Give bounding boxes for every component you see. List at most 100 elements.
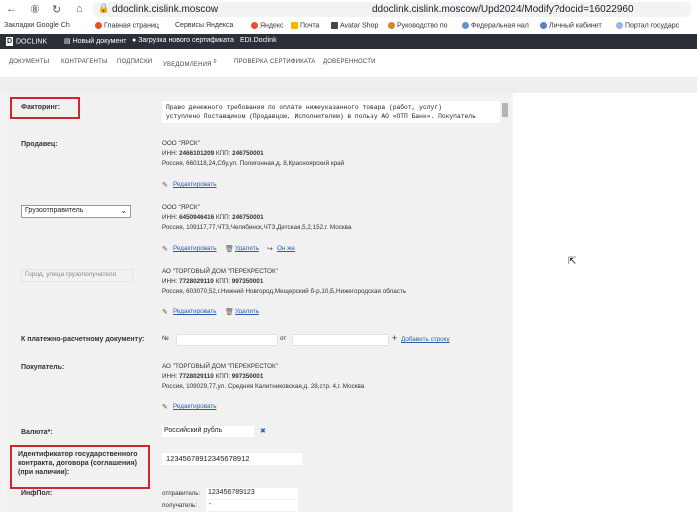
url-full-text: ddoclink.cislink.moscow/Upd2024/Modify?d…: [372, 4, 634, 15]
gov-contract-input[interactable]: 12345678912345678912: [162, 453, 302, 465]
globe-icon: [462, 22, 469, 29]
bookmark-item[interactable]: Руководство по: [388, 22, 448, 29]
payment-doc-number-input[interactable]: [176, 334, 278, 346]
payment-doc-label: К платежно-расчетному документу:: [21, 336, 145, 343]
infopol-receiver-label: получатель:: [162, 502, 198, 509]
document-icon: ▤: [64, 38, 73, 45]
bookmark-item[interactable]: Сервисы Яндекса: [175, 22, 233, 29]
payment-doc-date-label: от: [280, 335, 287, 342]
lock-icon[interactable]: 🔒: [98, 3, 109, 14]
consignee-name: АО "ТОРГОВЫЙ ДОМ "ПЕРЕКРЕСТОК": [162, 268, 278, 275]
infopol-label: ИнфПол:: [21, 490, 53, 497]
infopol-receiver-value: -: [209, 501, 212, 508]
share-icon: ↪: [267, 246, 273, 253]
pencil-icon: ✎: [162, 246, 168, 253]
infopol-sender-input[interactable]: 123456789123: [206, 488, 298, 499]
menu-documents[interactable]: ДОКУМЕНТЫ: [9, 59, 49, 65]
infopol-receiver-input[interactable]: -: [206, 500, 298, 511]
globe-icon: [616, 22, 623, 29]
factoring-scrollbar[interactable]: [502, 103, 508, 117]
clear-currency-icon[interactable]: ✖: [260, 427, 266, 435]
shipper-same-link[interactable]: Он же: [277, 245, 295, 252]
consignee-edit-link[interactable]: Редактировать: [173, 308, 217, 315]
bookmark-item[interactable]: Закладки Google Ch: [4, 22, 70, 29]
infopol-sender-value: 123456789123: [208, 489, 255, 496]
gov-contract-value: 12345678912345678912: [166, 454, 250, 463]
bookmark-item[interactable]: Яндекс: [251, 22, 284, 29]
shipper-select[interactable]: Грузоотправитель ⌄: [21, 205, 131, 218]
consignee-inn-kpp: ИНН: 7728029110 КПП: 997350001: [162, 278, 264, 285]
menu-subscriptions[interactable]: ПОДПИСКИ: [117, 59, 152, 65]
trash-icon: 🗑: [225, 246, 234, 253]
seller-edit-link[interactable]: Редактировать: [173, 181, 217, 188]
mouse-cursor-icon: ⇱: [568, 256, 577, 267]
bookmarks-bar: Закладки Google Ch Главная страниц Серви…: [0, 20, 697, 35]
profile-icon[interactable]: ⑧: [30, 3, 40, 16]
gear-icon: [388, 22, 395, 29]
menu-certificate-check[interactable]: ПРОВЕРКА СЕРТИФИКАТА: [234, 59, 315, 65]
shipper-edit-link[interactable]: Редактировать: [173, 245, 217, 252]
shipper-delete-link[interactable]: Удалить: [235, 245, 259, 252]
factoring-text-line1: Право денежного требования по оплате ниж…: [166, 104, 442, 111]
bookmark-item[interactable]: Федеральная нал: [462, 22, 529, 29]
globe-icon: [540, 22, 547, 29]
trash-icon: 🗑: [225, 309, 234, 316]
form-card: Факторинг: Право денежного требования по…: [6, 93, 510, 512]
currency-label: Валюта*:: [21, 429, 53, 436]
reload-icon[interactable]: ↻: [52, 3, 61, 16]
form-panel: Факторинг: Право денежного требования по…: [0, 93, 513, 512]
infopol-sender-label: отправитель:: [162, 490, 201, 497]
pencil-icon: ✎: [162, 182, 168, 189]
consignee-address: Россия, 603070,52,г.Нижний Новгород,Меще…: [162, 288, 407, 295]
payment-doc-date-input[interactable]: [292, 334, 389, 346]
gov-contract-label-line3: (при наличии):: [18, 469, 70, 476]
bookmark-item[interactable]: Главная страниц: [95, 22, 159, 29]
menu-notifications[interactable]: УВЕДОМЛЕНИЯ 0: [163, 59, 217, 68]
bookmark-item[interactable]: Avatar Shop: [331, 22, 378, 29]
payment-doc-number-label: №: [162, 335, 169, 342]
back-icon[interactable]: ←: [6, 3, 17, 15]
pencil-icon: ✎: [162, 404, 168, 411]
buyer-name: АО "ТОРГОВЫЙ ДОМ "ПЕРЕКРЕСТОК": [162, 363, 278, 370]
notifications-badge: 0: [213, 59, 217, 65]
app-header: D DOCLINK ▤ Новый документ ● Загрузка нов…: [0, 34, 697, 49]
consignee-city-placeholder: Город, улица грузополучателя: [25, 271, 117, 278]
seller-label: Продавец:: [21, 141, 58, 148]
buyer-label: Покупатель:: [21, 364, 65, 371]
content-top-strip: [0, 77, 697, 93]
bookmark-item[interactable]: Портал государс: [616, 22, 679, 29]
seller-address: Россия, 660118,24,Сбу,ул. Полигонная,д. …: [162, 160, 345, 167]
brand-logo[interactable]: D DOCLINK: [6, 37, 47, 46]
add-row-link[interactable]: Добавить строку: [401, 336, 450, 343]
factoring-text-line2: уступлено Поставщиком (Продавцом, Исполн…: [166, 113, 476, 120]
gov-contract-label-line2: контракта, договора (соглашения): [18, 460, 137, 467]
avatar-shop-icon: [331, 22, 338, 29]
upload-certificate-link[interactable]: ● Загрузка нового сертификата: [132, 37, 234, 44]
yandex-icon: [251, 22, 258, 29]
bookmark-item[interactable]: Личный кабинет: [540, 22, 602, 29]
buyer-edit-link[interactable]: Редактировать: [173, 403, 217, 410]
currency-field[interactable]: Российский рубль: [162, 426, 254, 437]
chevron-down-icon: ⌄: [120, 206, 127, 215]
seller-inn-kpp: ИНН: 2466101209 КПП: 246750001: [162, 150, 264, 157]
main-menu: ДОКУМЕНТЫ КОНТРАГЕНТЫ ПОДПИСКИ УВЕДОМЛЕН…: [0, 49, 697, 78]
doclink-logo-icon: D: [6, 37, 13, 46]
seller-name: ООО "ЯРСК": [162, 140, 200, 147]
plus-icon: +: [392, 333, 398, 343]
buyer-inn-kpp: ИНН: 7728029110 КПП: 997350001: [162, 373, 264, 380]
browser-address-bar: ← ⑧ ↻ ⌂ 🔒 ddoclink.cislink.moscow ddocli…: [0, 0, 697, 21]
new-document-link[interactable]: ▤ Новый документ: [64, 37, 126, 45]
consignee-delete-link[interactable]: Удалить: [235, 308, 259, 315]
consignee-city-input[interactable]: Город, улица грузополучателя: [21, 269, 133, 282]
menu-contractors[interactable]: КОНТРАГЕНТЫ: [61, 59, 107, 65]
shipper-name: ООО "ЯРСК": [162, 204, 200, 211]
edi-doclink-link[interactable]: EDI.Doclink: [240, 37, 277, 44]
factoring-label: Факторинг:: [21, 104, 61, 111]
buyer-address: Россия, 109029,77,ул. Средняя Калитников…: [162, 383, 365, 390]
home-icon[interactable]: ⌂: [76, 3, 83, 15]
currency-value: Российский рубль: [164, 427, 223, 434]
pencil-icon: ✎: [162, 309, 168, 316]
bookmark-item[interactable]: Почта: [291, 22, 319, 29]
url-host-text: ddoclink.cislink.moscow: [112, 4, 219, 15]
menu-powers-of-attorney[interactable]: ДОВЕРЕННОСТИ: [323, 59, 376, 65]
